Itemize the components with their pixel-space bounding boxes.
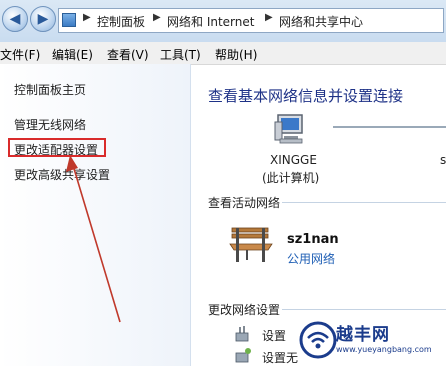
settings-link[interactable]: 设置无 xyxy=(262,349,298,366)
section-divider xyxy=(282,202,446,203)
network-type-link[interactable]: 公用网络 xyxy=(287,250,335,267)
active-networks-heading: 查看活动网络 xyxy=(208,196,281,210)
computer-icon xyxy=(274,114,303,144)
page-title: 查看基本网络信息并设置连接 xyxy=(208,87,404,105)
connection-line xyxy=(333,126,446,128)
network-name: sz1nan xyxy=(287,232,339,247)
section-divider xyxy=(282,309,446,310)
settings-link[interactable]: 设置 xyxy=(262,327,286,344)
watermark-text: 越丰网 xyxy=(336,325,390,345)
network-setup-icon xyxy=(235,326,249,342)
watermark-url: www.yueyangbang.com xyxy=(336,345,432,354)
public-network-bench-icon xyxy=(229,227,273,262)
clipped-network-label: s xyxy=(440,153,446,167)
computer-name: XINGGE xyxy=(270,153,317,167)
network-setup-icon xyxy=(235,348,251,363)
computer-subtitle: (此计算机) xyxy=(262,171,320,185)
change-settings-heading: 更改网络设置 xyxy=(208,303,281,317)
